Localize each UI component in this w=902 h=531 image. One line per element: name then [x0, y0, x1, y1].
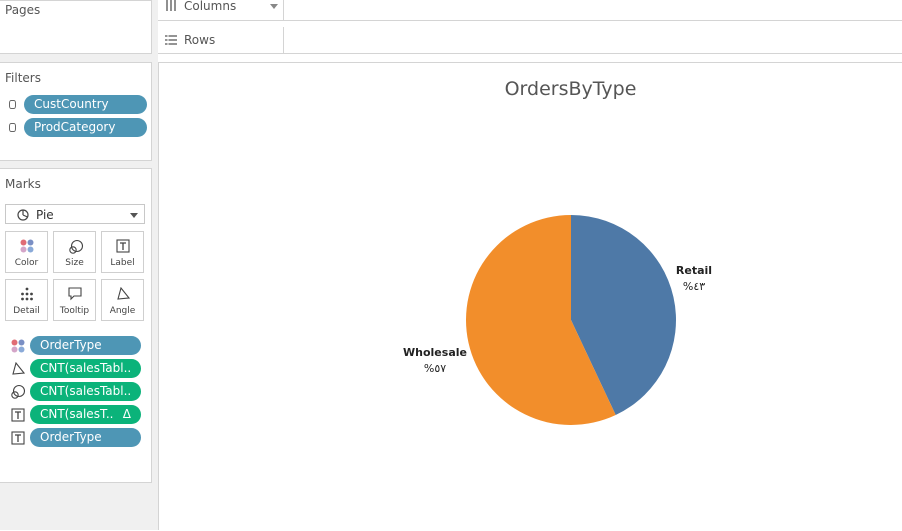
color-button[interactable]: Color	[5, 231, 48, 273]
angle-icon	[12, 362, 25, 375]
shelf-divider	[283, 0, 284, 21]
tooltip-icon	[68, 287, 82, 301]
slice-label-wholesale-value: %٥٧	[423, 362, 447, 375]
angle-button[interactable]: Angle	[101, 279, 144, 321]
slice-label-wholesale-name: Wholesale	[403, 346, 467, 359]
size-button-label: Size	[65, 258, 84, 268]
tooltip-button-label: Tooltip	[59, 306, 90, 316]
mark-type-label: Pie	[36, 208, 54, 222]
size-button[interactable]: Size	[53, 231, 96, 273]
size-icon	[11, 384, 26, 399]
label-button[interactable]: Label	[101, 231, 144, 273]
color-icon	[20, 239, 34, 253]
chart-view: OrdersByType Retail %٤٣ Wholesale %٥٧	[158, 62, 902, 530]
text-label-icon	[11, 431, 25, 445]
columns-label: Columns	[184, 0, 237, 13]
pie-mark-icon	[17, 209, 29, 221]
detail-button-label: Detail	[13, 306, 40, 316]
filters-title: Filters	[5, 71, 41, 85]
marks-field-cnt-label-text: CNT(salesT..	[40, 407, 114, 421]
size-icon	[69, 239, 84, 254]
pages-card: Pages	[0, 0, 152, 54]
filter-pill-custcountry[interactable]: CustCountry	[24, 95, 147, 114]
rows-shelf[interactable]: Rows	[158, 27, 902, 54]
chevron-down-icon	[270, 4, 278, 9]
marks-field-cnt-label[interactable]: CNT(salesT.. Δ	[30, 405, 141, 424]
detail-icon	[21, 287, 33, 301]
rows-label: Rows	[184, 33, 216, 47]
columns-shelf[interactable]: Columns	[158, 0, 902, 21]
slice-label-wholesale: Wholesale %٥٧	[395, 345, 475, 377]
pages-title: Pages	[5, 3, 41, 17]
marks-title: Marks	[5, 177, 41, 191]
angle-icon	[117, 287, 130, 300]
columns-icon	[166, 0, 176, 11]
rows-icon	[165, 35, 177, 45]
marks-field-ordertype-label[interactable]: OrderType	[30, 428, 141, 447]
marks-field-ordertype-color[interactable]: OrderType	[30, 336, 141, 355]
slice-label-retail: Retail %٤٣	[661, 263, 727, 295]
filter-cylinder-icon	[9, 100, 16, 109]
detail-button[interactable]: Detail	[5, 279, 48, 321]
filter-pill-prodcategory[interactable]: ProdCategory	[24, 118, 147, 137]
filters-card: Filters CustCountry ProdCategory	[0, 62, 152, 161]
slice-label-retail-name: Retail	[675, 264, 713, 277]
color-button-label: Color	[14, 258, 39, 268]
text-label-icon	[11, 408, 25, 422]
tooltip-button[interactable]: Tooltip	[53, 279, 96, 321]
mark-type-dropdown[interactable]: Pie	[5, 204, 145, 224]
left-panel: Pages Filters CustCountry ProdCategory M…	[0, 0, 158, 530]
filter-cylinder-icon	[9, 123, 16, 132]
marks-field-cnt-angle[interactable]: CNT(salesTabl..	[30, 359, 141, 378]
pie-chart	[465, 214, 676, 425]
angle-button-label: Angle	[109, 306, 136, 316]
label-button-label: Label	[110, 258, 135, 268]
chevron-down-icon	[130, 213, 138, 218]
marks-field-cnt-size[interactable]: CNT(salesTabl..	[30, 382, 141, 401]
delta-icon: Δ	[122, 407, 131, 421]
shelf-divider	[283, 27, 284, 54]
text-label-icon	[116, 239, 130, 253]
color-icon	[11, 339, 25, 353]
slice-label-retail-value: %٤٣	[682, 280, 706, 293]
